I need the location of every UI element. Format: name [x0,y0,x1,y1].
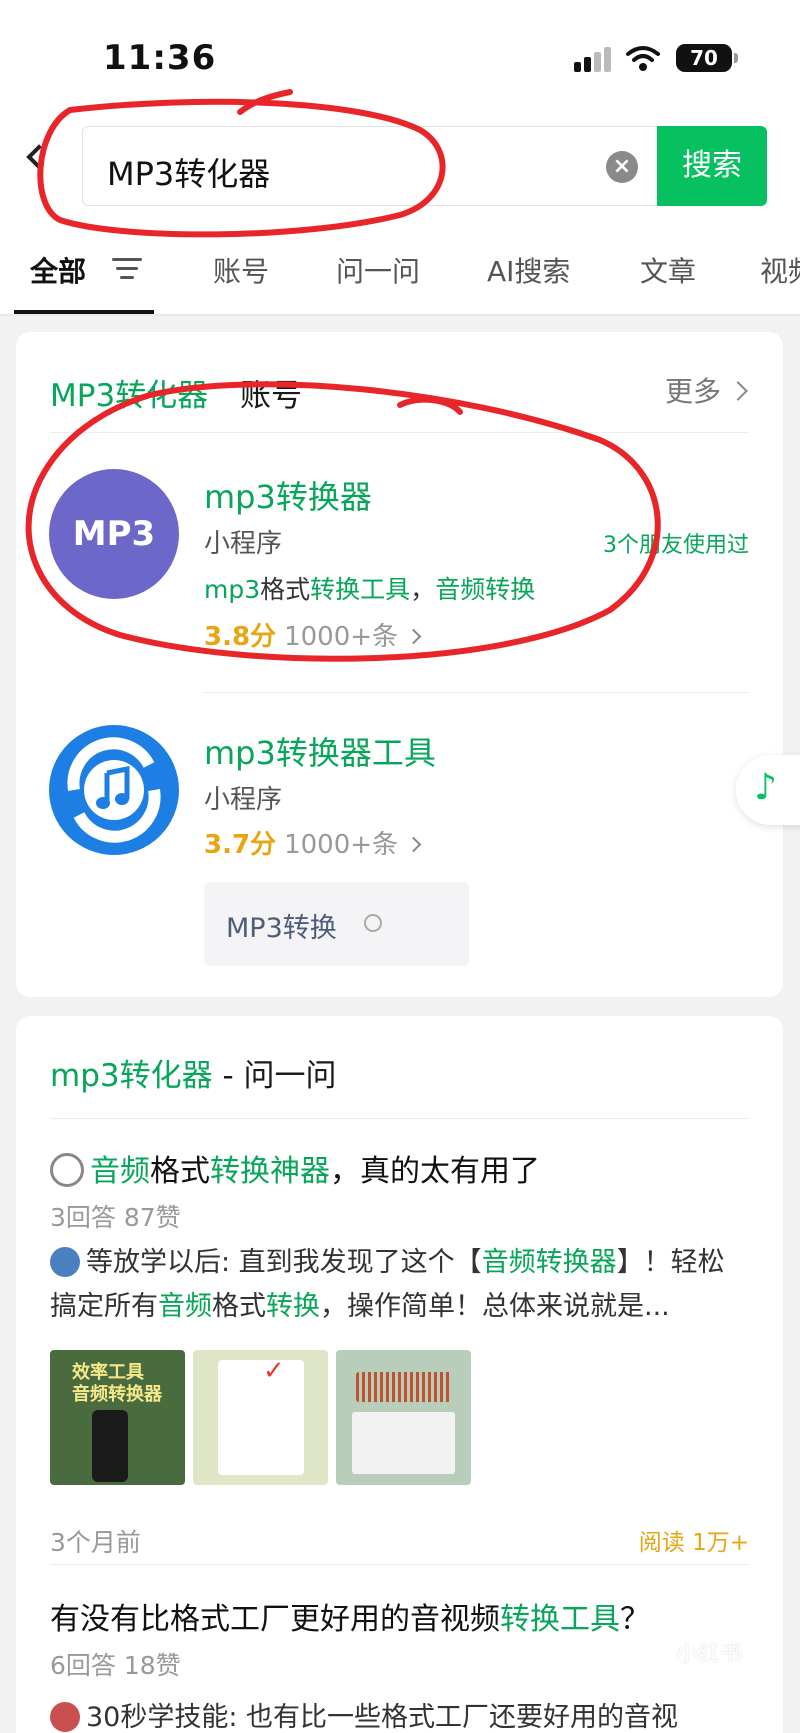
question-meta: 6回答 18赞 [50,1651,181,1680]
search-query: MP3转化器 [107,155,271,193]
chevron-right-icon [728,381,748,401]
app-rating[interactable]: 3.8分 1000+条 [204,616,422,653]
divider [204,692,749,693]
friends-used: 3个朋友使用过 [603,533,749,558]
account-section-heading: MP3转化器 账号 [50,370,302,415]
heading-keyword: MP3转化器 [50,378,209,414]
watermark: 小红书 [676,1642,743,1667]
tabs-divider [0,314,800,316]
post-time: 3个月前 [50,1528,141,1557]
waveform-graphic [356,1372,451,1402]
question-title[interactable]: 有没有比格式工厂更好用的音视频转换工具？ [50,1594,650,1638]
music-note-icon: ♪ [754,767,777,808]
tab-articles[interactable]: 文章 [640,250,696,290]
review-count: 1000+条 [284,830,399,860]
tab-accounts[interactable]: 账号 [213,250,269,290]
checkmark-icon: ✓ [263,1356,285,1386]
sub-service-link[interactable]: MP3转换 [204,882,469,966]
divider [50,1118,749,1119]
ask-results-card: mp3转化器 - 问一问 音频格式转换神器，真的太有用了 3回答 87赞 等放学… [16,1016,783,1733]
answer-snippet[interactable]: 等放学以后: 直到我发现了这个【音频转换器】！轻松搞定所有音频格式转换，操作简单… [50,1241,750,1329]
phone-graphic [92,1410,128,1482]
status-time: 11:36 [103,38,217,78]
battery-tip [734,53,738,63]
app-rating[interactable]: 3.7分 1000+条 [204,824,422,861]
floating-music-button[interactable]: ♪ [736,755,800,825]
tab-all[interactable]: 全部 [30,250,86,290]
music-note-icon[interactable] [49,725,179,855]
tab-ask[interactable]: 问一问 [336,250,420,290]
tab-videos[interactable]: 视频 [760,250,800,290]
app-type: 小程序 [204,529,283,559]
battery-indicator: 70 [676,44,732,72]
chevron-right-icon [405,836,422,853]
read-count: 阅读 1万+ [638,1530,749,1556]
rating-score: 3.7分 [204,830,277,860]
search-button[interactable]: 搜索 [657,126,767,206]
answer-thumbnail[interactable]: 效率工具 音频转换器 [50,1350,185,1485]
filter-icon[interactable] [112,258,142,280]
account-results-card: MP3转化器 账号 更多 MP3 mp3转换器 小程序 3个朋友使用过 mp3格… [16,332,783,997]
app-type: 小程序 [204,785,283,815]
answer-thumbnail[interactable] [336,1350,471,1485]
user-avatar [50,1247,80,1277]
wifi-icon [626,44,660,80]
review-count: 1000+条 [284,622,399,652]
mp3-app-avatar[interactable]: MP3 [49,469,179,599]
tab-bar: 全部 账号 问一问 AI搜索 文章 视频 [0,244,800,316]
heading-label: 账号 [240,378,303,414]
search-input[interactable]: MP3转化器 × [82,126,658,206]
answer-snippet[interactable]: 30秒学技能: 也有比一些格式工厂还要好用的音视 [50,1696,750,1733]
app-description: mp3格式转换工具，音频转换 [204,575,536,604]
divider [50,432,749,433]
heading-label: - 问一问 [212,1058,337,1094]
status-bar: 11:36 70 [0,0,800,110]
cellular-signal-icon [574,46,614,72]
heading-keyword: mp3转化器 [50,1058,213,1094]
user-avatar [50,1702,80,1732]
link-icon [364,914,382,932]
top-area: 11:36 70 MP3转化器 × 搜索 全部 账号 问一问 AI搜索 文章 视… [0,0,800,316]
ask-section-heading: mp3转化器 - 问一问 [50,1050,337,1095]
sub-service-label: MP3转换 [226,913,337,944]
divider [50,1564,749,1565]
rating-score: 3.8分 [204,622,277,652]
tab-ai-search[interactable]: AI搜索 [487,250,570,290]
headphones-icon [50,1153,84,1187]
app-title[interactable]: mp3转换器工具 [204,728,436,774]
question-title[interactable]: 音频格式转换神器，真的太有用了 [50,1146,540,1190]
chevron-right-icon [405,628,422,645]
clear-icon[interactable]: × [606,151,638,183]
question-meta: 3回答 87赞 [50,1203,181,1232]
more-link[interactable]: 更多 [665,370,748,410]
app-title[interactable]: mp3转换器 [204,472,372,518]
back-icon[interactable] [26,144,52,170]
answer-thumbnail[interactable]: ✓ [193,1350,328,1485]
